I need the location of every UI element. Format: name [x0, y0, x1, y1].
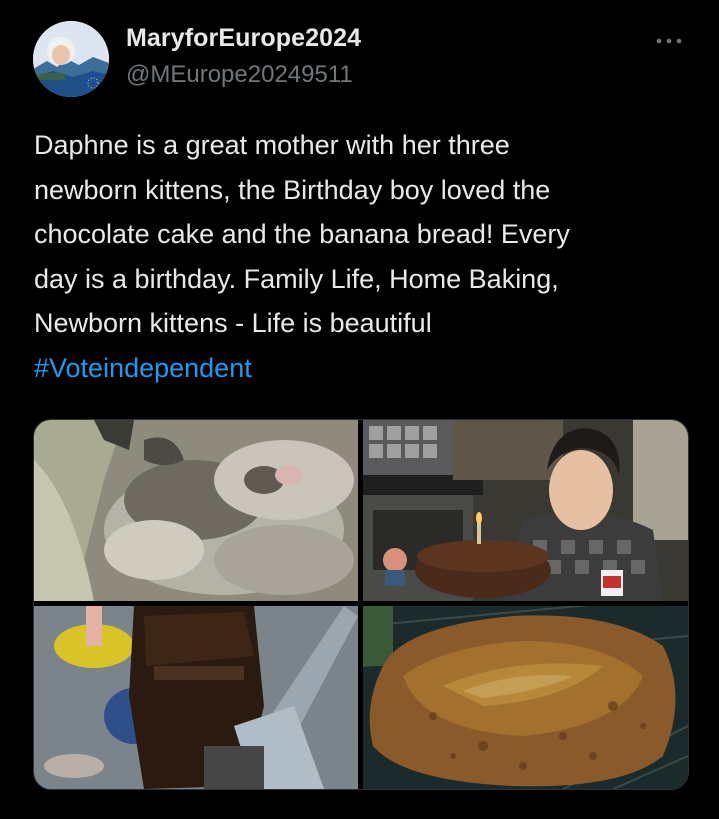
- display-name[interactable]: MaryforEurope2024: [126, 24, 361, 53]
- tweet-text-line: Newborn kittens - Life is beautiful: [34, 308, 432, 338]
- tweet-text-line: chocolate cake and the banana bread! Eve…: [34, 219, 570, 249]
- media-grid: [33, 419, 689, 790]
- tweet-text-line: Daphne is a great mother with her three: [34, 130, 510, 160]
- more-options-icon[interactable]: [652, 34, 686, 48]
- tweet-text-line: newborn kittens, the Birthday boy loved …: [34, 174, 551, 205]
- avatar-image: [33, 21, 109, 97]
- tweet-text: Daphne is a great mother with her three …: [34, 123, 694, 390]
- birthday-boy-cake-photo[interactable]: [363, 420, 688, 601]
- user-handle[interactable]: @MEurope20249511: [126, 61, 353, 89]
- chocolate-cake-slice-photo[interactable]: [34, 606, 358, 789]
- tweet: MaryforEurope2024 @MEurope20249511 Daphn…: [0, 0, 719, 819]
- hashtag-link[interactable]: #Voteindependent: [34, 346, 694, 391]
- avatar[interactable]: [33, 21, 109, 97]
- banana-bread-photo[interactable]: [363, 606, 688, 789]
- tweet-text-line: day is a birthday. Family Life, Home Bak…: [34, 263, 559, 294]
- kittens-photo[interactable]: [34, 420, 358, 601]
